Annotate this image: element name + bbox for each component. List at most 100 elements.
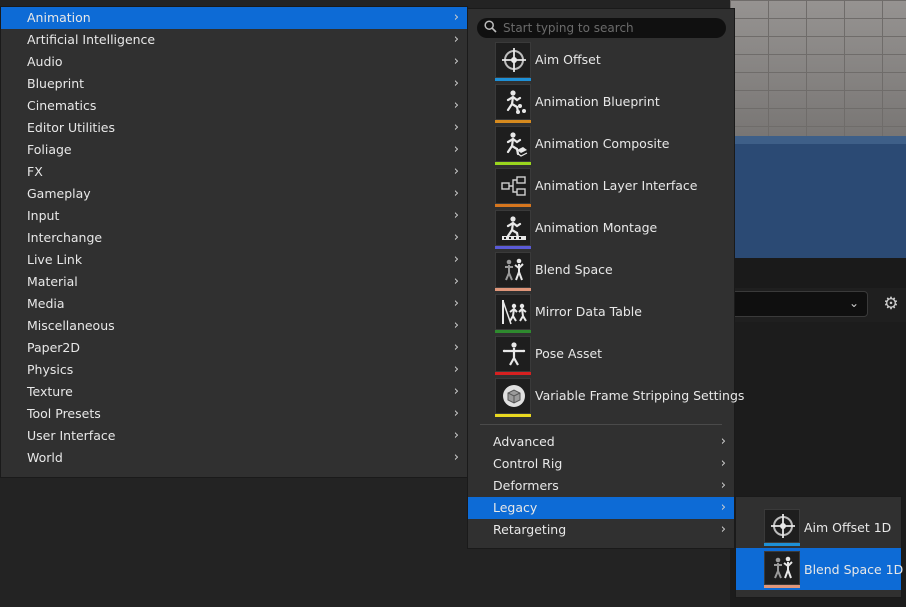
- category-label: Artificial Intelligence: [27, 32, 156, 47]
- asset-thumbnail: [764, 551, 800, 585]
- chevron-right-icon: ›: [453, 120, 459, 135]
- category-label: Editor Utilities: [27, 120, 116, 135]
- category-item-material[interactable]: Material ›: [1, 271, 467, 293]
- asset-thumbnail: [495, 210, 531, 246]
- category-item-input[interactable]: Input ›: [1, 205, 467, 227]
- asset-item-animation-composite[interactable]: Animation Composite: [468, 126, 734, 168]
- asset-type-stripe: [495, 330, 531, 333]
- viewport-floor: [730, 0, 906, 138]
- asset-item-aim-offset[interactable]: Aim Offset: [468, 42, 734, 84]
- legacy-submenu: Aim Offset 1D Blend Space 1D: [735, 496, 903, 598]
- asset-type-stripe: [495, 246, 531, 249]
- category-item-cinematics[interactable]: Cinematics ›: [1, 95, 467, 117]
- asset-item-animation-blueprint[interactable]: Animation Blueprint: [468, 84, 734, 126]
- asset-label: Animation Montage: [535, 220, 658, 235]
- blend-space-icon: [505, 258, 524, 281]
- asset-thumbnail: [495, 168, 531, 204]
- chevron-right-icon: ›: [720, 456, 726, 471]
- category-label: Texture: [27, 384, 73, 399]
- category-item-foliage[interactable]: Foliage ›: [1, 139, 467, 161]
- category-item-gameplay[interactable]: Gameplay ›: [1, 183, 467, 205]
- asset-item-variable-frame-stripping-settings[interactable]: Variable Frame Stripping Settings: [468, 378, 744, 420]
- search-input[interactable]: [503, 19, 718, 37]
- chevron-right-icon: ›: [453, 32, 459, 47]
- category-item-paper2d[interactable]: Paper2D ›: [1, 337, 467, 359]
- subcategory-item-legacy[interactable]: Legacy ›: [468, 497, 734, 519]
- category-label: Animation: [27, 10, 91, 25]
- search-box[interactable]: [477, 18, 726, 38]
- asset-type-stripe: [495, 204, 531, 207]
- subcategory-item-advanced[interactable]: Advanced ›: [468, 431, 734, 453]
- category-item-physics[interactable]: Physics ›: [1, 359, 467, 381]
- details-dropdown[interactable]: ⌄: [730, 291, 868, 317]
- chevron-right-icon: ›: [453, 76, 459, 91]
- category-item-user-interface[interactable]: User Interface ›: [1, 425, 467, 447]
- asset-label: Variable Frame Stripping Settings: [535, 388, 745, 403]
- asset-thumbnail: [495, 42, 531, 78]
- category-label: Cinematics: [27, 98, 97, 113]
- category-item-fx[interactable]: FX ›: [1, 161, 467, 183]
- asset-label: Aim Offset: [535, 52, 601, 67]
- category-item-audio[interactable]: Audio ›: [1, 51, 467, 73]
- aim-offset-icon: [502, 48, 526, 72]
- asset-thumbnail: [495, 294, 531, 330]
- asset-thumbnail: [495, 252, 531, 288]
- category-label: Input: [27, 208, 60, 223]
- asset-label: Animation Layer Interface: [535, 178, 698, 193]
- viewport-backdrop-edge: [730, 136, 906, 144]
- asset-label: Blend Space: [535, 262, 613, 277]
- category-item-artificial-intelligence[interactable]: Artificial Intelligence ›: [1, 29, 467, 51]
- category-item-tool-presets[interactable]: Tool Presets ›: [1, 403, 467, 425]
- subcategory-item-control-rig[interactable]: Control Rig ›: [468, 453, 734, 475]
- asset-item-pose-asset[interactable]: Pose Asset: [468, 336, 734, 378]
- legacy-item-blend-space-1d[interactable]: Blend Space 1D: [736, 548, 903, 590]
- animation-submenu: Aim Offset Animation Blueprint Animation C…: [467, 8, 744, 549]
- asset-item-animation-montage[interactable]: Animation Montage: [468, 210, 734, 252]
- category-item-editor-utilities[interactable]: Editor Utilities ›: [1, 117, 467, 139]
- asset-item-animation-layer-interface[interactable]: Animation Layer Interface: [468, 168, 734, 210]
- chevron-right-icon: ›: [453, 54, 459, 69]
- chevron-right-icon: ›: [453, 450, 459, 465]
- chevron-right-icon: ›: [453, 340, 459, 355]
- chevron-right-icon: ›: [453, 406, 459, 421]
- legacy-item-aim-offset-1d[interactable]: Aim Offset 1D: [736, 506, 901, 548]
- asset-thumbnail: [495, 126, 531, 162]
- category-item-world[interactable]: World ›: [1, 447, 467, 469]
- mirror-data-table-icon: [502, 300, 527, 325]
- chevron-right-icon: ›: [453, 252, 459, 267]
- subcategory-item-retargeting[interactable]: Retargeting ›: [468, 519, 734, 541]
- category-item-texture[interactable]: Texture ›: [1, 381, 467, 403]
- animation-composite-icon: [506, 132, 528, 157]
- category-item-interchange[interactable]: Interchange ›: [1, 227, 467, 249]
- asset-label: Aim Offset 1D: [804, 520, 892, 535]
- category-label: Foliage: [27, 142, 72, 157]
- subcategory-item-deformers[interactable]: Deformers ›: [468, 475, 734, 497]
- category-label: User Interface: [27, 428, 116, 443]
- category-label: FX: [27, 164, 43, 179]
- category-item-blueprint[interactable]: Blueprint ›: [1, 73, 467, 95]
- viewport-backdrop: [730, 136, 906, 258]
- asset-item-mirror-data-table[interactable]: Mirror Data Table: [468, 294, 734, 336]
- search-icon: [484, 20, 497, 33]
- asset-label: Pose Asset: [535, 346, 603, 361]
- category-item-live-link[interactable]: Live Link ›: [1, 249, 467, 271]
- category-item-miscellaneous[interactable]: Miscellaneous ›: [1, 315, 467, 337]
- chevron-right-icon: ›: [453, 10, 459, 25]
- menu-divider: [480, 424, 722, 425]
- category-label: Paper2D: [27, 340, 80, 355]
- asset-type-stripe: [764, 585, 800, 588]
- asset-item-blend-space[interactable]: Blend Space: [468, 252, 734, 294]
- category-label: Audio: [27, 54, 63, 69]
- subcategory-label: Advanced: [493, 434, 555, 449]
- asset-type-stripe: [495, 120, 531, 123]
- blend-space-1d-icon: [774, 556, 793, 579]
- gear-icon[interactable]: ⚙: [880, 293, 902, 315]
- chevron-right-icon: ›: [453, 208, 459, 223]
- chevron-right-icon: ›: [720, 478, 726, 493]
- category-item-media[interactable]: Media ›: [1, 293, 467, 315]
- panel-tab-strip: [730, 258, 906, 288]
- category-item-animation[interactable]: Animation ›: [1, 7, 467, 29]
- category-menu: Animation › Artificial Intelligence › Audio ›…: [0, 6, 468, 478]
- category-label: Interchange: [27, 230, 103, 245]
- chevron-right-icon: ›: [453, 296, 459, 311]
